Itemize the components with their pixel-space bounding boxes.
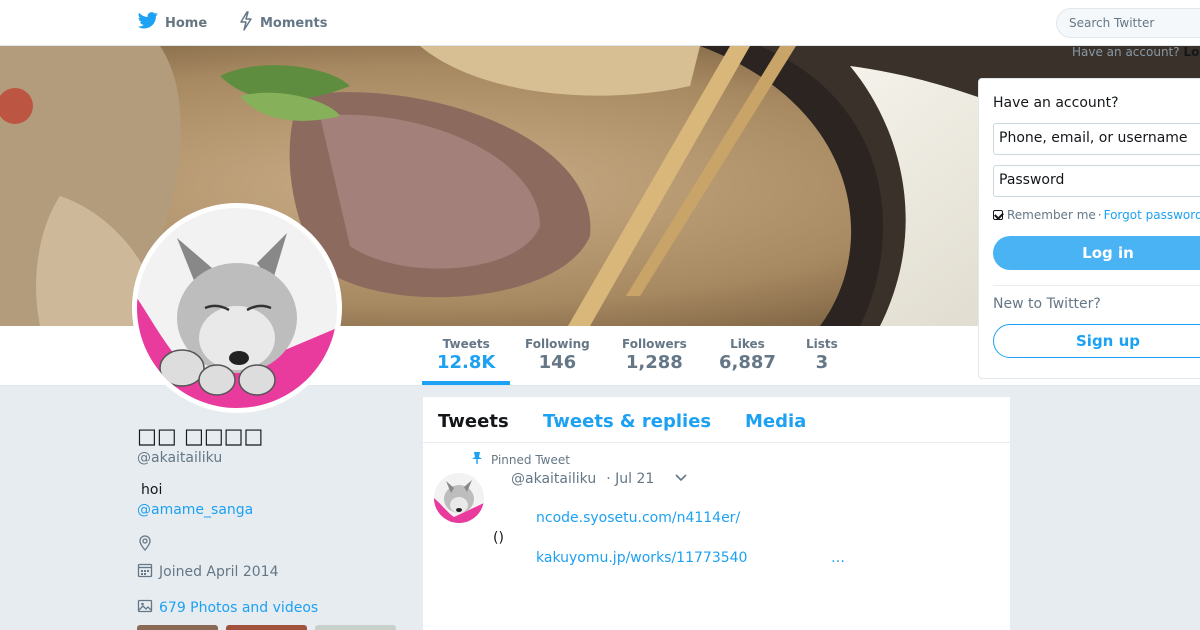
tweet-text: () xyxy=(493,530,504,546)
remember-label: Remember me xyxy=(1007,208,1096,222)
stat-value: 12.8K xyxy=(437,352,496,373)
login-link-partial[interactable]: Lo xyxy=(1183,45,1199,59)
tweet-date[interactable]: · Jul 21 xyxy=(606,471,654,487)
tweet-header: @akaitailiku · Jul 21 xyxy=(511,471,688,487)
tweet-ellipsis: … xyxy=(831,550,845,566)
stat-label: Likes xyxy=(730,337,765,351)
calendar-icon xyxy=(137,562,153,582)
have-account-link[interactable]: Have an account? Lo xyxy=(1072,45,1199,59)
login-heading: Have an account? xyxy=(993,95,1119,111)
nav-home-label: Home xyxy=(165,15,208,31)
stat-lists[interactable]: Lists 3 xyxy=(806,337,838,373)
stat-value: 1,288 xyxy=(625,352,683,373)
login-button[interactable]: Log in xyxy=(993,236,1200,270)
profile-joined: Joined April 2014 xyxy=(137,562,279,582)
have-account-text: Have an account? xyxy=(1072,45,1180,59)
stat-following[interactable]: Following 146 xyxy=(525,337,590,373)
stat-followers[interactable]: Followers 1,288 xyxy=(622,337,687,373)
login-card: Have an account? Phone, email, or userna… xyxy=(978,78,1200,379)
profile-avatar[interactable] xyxy=(132,203,342,413)
stat-label: Following xyxy=(525,337,590,351)
pin-icon xyxy=(471,451,483,468)
location-pin-icon xyxy=(137,535,153,555)
tweet-link[interactable]: ncode.syosetu.com/n4114er/ xyxy=(536,510,740,526)
tweet-handle[interactable]: @akaitailiku xyxy=(511,471,596,487)
forgot-password-link[interactable]: Forgot password? xyxy=(1104,208,1200,222)
tab-tweets-replies[interactable]: Tweets & replies xyxy=(543,411,711,432)
photos-videos-label: 679 Photos and videos xyxy=(159,600,319,616)
stat-label: Lists xyxy=(806,337,838,351)
pinned-tweet-context: Pinned Tweet xyxy=(471,451,570,468)
username-field[interactable]: Phone, email, or username xyxy=(993,123,1200,155)
stat-label: Followers xyxy=(622,337,687,351)
signup-button[interactable]: Sign up xyxy=(993,324,1200,358)
separator-dot: · xyxy=(1097,208,1102,222)
stat-likes[interactable]: Likes 6,887 xyxy=(719,337,776,373)
joined-text: Joined April 2014 xyxy=(159,564,279,580)
stat-value: 3 xyxy=(815,352,829,373)
bio-mention-link[interactable]: @amame_sanga xyxy=(137,502,253,518)
profile-bio: hoi xyxy=(141,482,163,498)
pinned-label: Pinned Tweet xyxy=(491,452,570,467)
profile-location xyxy=(137,535,153,555)
chevron-down-icon[interactable] xyxy=(674,471,688,487)
image-icon xyxy=(137,598,153,618)
top-nav-bar: Home Moments Search Twitter xyxy=(0,0,1200,46)
timeline: Tweets Tweets & replies Media Pinned Twe… xyxy=(423,397,1010,630)
tweet-avatar[interactable] xyxy=(434,473,484,523)
stat-tweets[interactable]: Tweets 12.8K xyxy=(437,337,495,373)
password-field[interactable]: Password xyxy=(993,165,1200,197)
remember-row: Remember me · Forgot password? xyxy=(993,208,1200,222)
stat-value: 146 xyxy=(538,352,577,373)
profile-name: □□ □□□□ xyxy=(137,424,264,448)
search-input[interactable]: Search Twitter xyxy=(1056,8,1200,38)
stat-label: Tweets xyxy=(442,337,490,351)
tab-tweets[interactable]: Tweets xyxy=(438,411,509,432)
nav-moments[interactable]: Moments xyxy=(238,11,328,35)
active-stat-underline xyxy=(422,381,510,385)
tweet-link[interactable]: kakuyomu.jp/works/11773540 xyxy=(536,550,747,566)
remember-checkbox[interactable] xyxy=(993,210,1003,220)
nav-moments-label: Moments xyxy=(260,15,328,31)
new-to-twitter-heading: New to Twitter? xyxy=(993,296,1101,312)
photos-videos-link[interactable]: 679 Photos and videos xyxy=(137,598,318,618)
divider xyxy=(993,285,1200,286)
media-thumbnail[interactable] xyxy=(315,625,396,630)
media-thumbnails xyxy=(137,625,396,630)
media-thumbnail[interactable] xyxy=(226,625,307,630)
media-thumbnail[interactable] xyxy=(137,625,218,630)
stat-value: 6,887 xyxy=(719,352,776,373)
twitter-bird-icon xyxy=(137,12,159,34)
lightning-icon xyxy=(238,11,254,35)
timeline-tabs: Tweets Tweets & replies Media xyxy=(423,397,1010,443)
tab-media[interactable]: Media xyxy=(745,411,806,432)
nav-home[interactable]: Home xyxy=(137,12,207,34)
profile-handle[interactable]: @akaitailiku xyxy=(137,450,222,466)
